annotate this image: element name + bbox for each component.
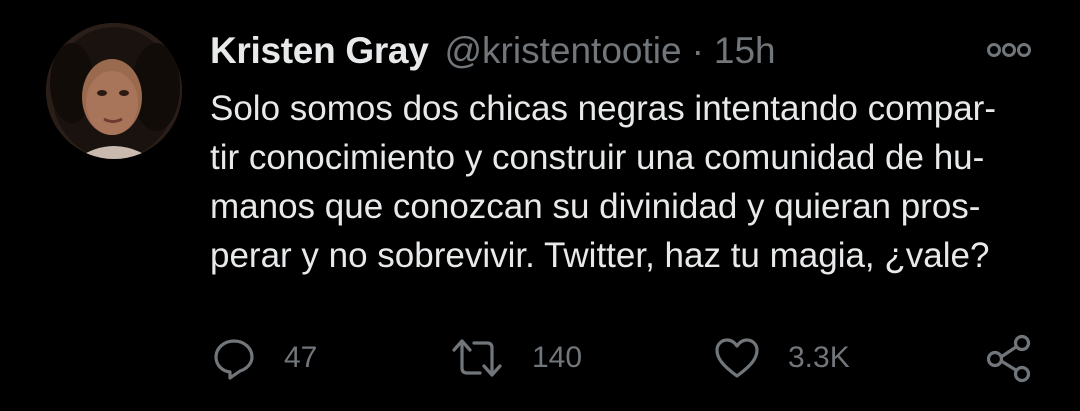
tweet: Kristen Gray @kristentootie · 15h Solo s… — [0, 0, 1080, 411]
avatar[interactable] — [46, 23, 182, 159]
tweet-header: Kristen Gray @kristentootie · 15h — [210, 28, 776, 74]
like-count: 3.3K — [788, 341, 850, 374]
more-options-icon — [987, 43, 1031, 57]
reply-count: 47 — [284, 341, 318, 374]
share-button[interactable] — [984, 330, 1034, 386]
like-button[interactable]: 3.3K — [714, 330, 850, 386]
reply-button[interactable]: 47 — [212, 330, 317, 386]
share-icon — [986, 334, 1031, 383]
tweet-text-line: manos que conozcan su divinidad y quiera… — [210, 187, 981, 226]
tweet-actions: 47 140 3.3K — [0, 330, 1080, 386]
tweet-text: Solo somos dos chicas negras intentando … — [210, 84, 1050, 280]
tweet-timestamp[interactable]: 15h — [714, 28, 776, 74]
reply-icon — [214, 339, 254, 380]
retweet-icon — [452, 339, 502, 377]
tweet-text-line: perar y no sobrevivir. Twitter, haz tu m… — [210, 236, 990, 275]
heart-icon — [715, 338, 759, 378]
author-name[interactable]: Kristen Gray — [210, 28, 429, 74]
avatar-photo — [46, 23, 182, 159]
retweet-button[interactable]: 140 — [450, 330, 582, 386]
more-options-button[interactable] — [984, 36, 1034, 64]
author-handle[interactable]: @kristentootie — [445, 28, 682, 74]
retweet-count: 140 — [532, 341, 583, 374]
tweet-text-line: tir conocimiento y construir una comunid… — [210, 138, 985, 177]
tweet-text-line: Solo somos dos chicas negras intentando … — [210, 89, 996, 128]
separator-dot: · — [691, 30, 704, 71]
